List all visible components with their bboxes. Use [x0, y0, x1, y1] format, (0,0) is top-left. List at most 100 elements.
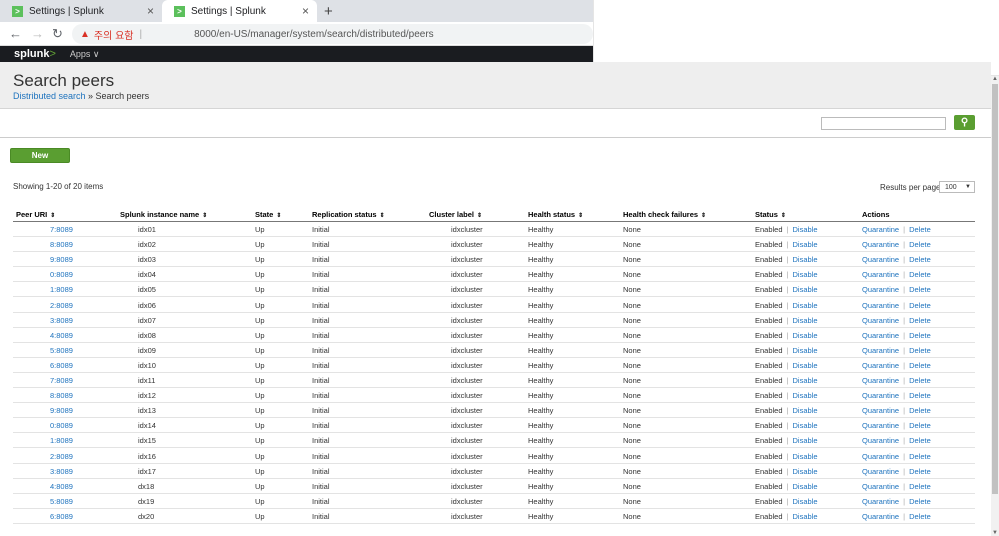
disable-link[interactable]: Disable [792, 452, 817, 461]
url-field[interactable]: ▲ 주의 요함 | 8000/en-US/manager/system/sear… [72, 24, 593, 44]
quarantine-link[interactable]: Quarantine [862, 225, 899, 234]
delete-link[interactable]: Delete [909, 406, 931, 415]
quarantine-link[interactable]: Quarantine [862, 331, 899, 340]
browser-tab[interactable]: > Settings | Splunk × [0, 0, 162, 22]
quarantine-link[interactable]: Quarantine [862, 406, 899, 415]
quarantine-link[interactable]: Quarantine [862, 301, 899, 310]
column-header-peer-uri[interactable]: Peer URI ⇕ [16, 210, 55, 219]
disable-link[interactable]: Disable [792, 421, 817, 430]
disable-link[interactable]: Disable [792, 270, 817, 279]
quarantine-link[interactable]: Quarantine [862, 346, 899, 355]
quarantine-link[interactable]: Quarantine [862, 467, 899, 476]
delete-link[interactable]: Delete [909, 512, 931, 521]
disable-link[interactable]: Disable [792, 225, 817, 234]
close-tab-icon[interactable]: × [302, 4, 309, 18]
peer-uri-link[interactable]: 6:8089 [50, 512, 73, 521]
disable-link[interactable]: Disable [792, 406, 817, 415]
disable-link[interactable]: Disable [792, 467, 817, 476]
security-warning-label[interactable]: 주의 요함 [94, 27, 134, 42]
close-tab-icon[interactable]: × [147, 4, 154, 18]
filter-input[interactable] [821, 117, 946, 130]
quarantine-link[interactable]: Quarantine [862, 285, 899, 294]
delete-link[interactable]: Delete [909, 255, 931, 264]
scrollbar-thumb[interactable] [992, 84, 998, 494]
delete-link[interactable]: Delete [909, 421, 931, 430]
quarantine-link[interactable]: Quarantine [862, 255, 899, 264]
delete-link[interactable]: Delete [909, 240, 931, 249]
peer-uri-link[interactable]: 0:8089 [50, 421, 73, 430]
column-header-state[interactable]: State ⇕ [255, 210, 281, 219]
quarantine-link[interactable]: Quarantine [862, 240, 899, 249]
delete-link[interactable]: Delete [909, 346, 931, 355]
peer-uri-link[interactable]: 4:8089 [50, 482, 73, 491]
delete-link[interactable]: Delete [909, 301, 931, 310]
browser-tab-active[interactable]: > Settings | Splunk × [162, 0, 317, 22]
disable-link[interactable]: Disable [792, 346, 817, 355]
column-header-health-status[interactable]: Health status ⇕ [528, 210, 583, 219]
peer-uri-link[interactable]: 3:8089 [50, 316, 73, 325]
delete-link[interactable]: Delete [909, 376, 931, 385]
disable-link[interactable]: Disable [792, 285, 817, 294]
delete-link[interactable]: Delete [909, 391, 931, 400]
quarantine-link[interactable]: Quarantine [862, 421, 899, 430]
disable-link[interactable]: Disable [792, 436, 817, 445]
peer-uri-link[interactable]: 1:8089 [50, 436, 73, 445]
column-header-health-check-failures[interactable]: Health check failures ⇕ [623, 210, 706, 219]
delete-link[interactable]: Delete [909, 361, 931, 370]
splunk-logo[interactable]: splunk> [14, 48, 56, 60]
peer-uri-link[interactable]: 7:8089 [50, 225, 73, 234]
peer-uri-link[interactable]: 0:8089 [50, 270, 73, 279]
delete-link[interactable]: Delete [909, 482, 931, 491]
apps-menu[interactable]: Apps ∨ [70, 49, 100, 60]
delete-link[interactable]: Delete [909, 316, 931, 325]
new-tab-button[interactable]: + [324, 3, 333, 20]
peer-uri-link[interactable]: 1:8089 [50, 285, 73, 294]
quarantine-link[interactable]: Quarantine [862, 316, 899, 325]
peer-uri-link[interactable]: 4:8089 [50, 331, 73, 340]
quarantine-link[interactable]: Quarantine [862, 376, 899, 385]
delete-link[interactable]: Delete [909, 270, 931, 279]
delete-link[interactable]: Delete [909, 285, 931, 294]
scroll-down-icon[interactable]: ▼ [992, 530, 998, 536]
delete-link[interactable]: Delete [909, 497, 931, 506]
quarantine-link[interactable]: Quarantine [862, 512, 899, 521]
delete-link[interactable]: Delete [909, 467, 931, 476]
peer-uri-link[interactable]: 9:8089 [50, 255, 73, 264]
disable-link[interactable]: Disable [792, 301, 817, 310]
peer-uri-link[interactable]: 7:8089 [50, 376, 73, 385]
peer-uri-link[interactable]: 9:8089 [50, 406, 73, 415]
peer-uri-link[interactable]: 8:8089 [50, 391, 73, 400]
quarantine-link[interactable]: Quarantine [862, 482, 899, 491]
peer-uri-link[interactable]: 3:8089 [50, 467, 73, 476]
disable-link[interactable]: Disable [792, 512, 817, 521]
quarantine-link[interactable]: Quarantine [862, 436, 899, 445]
peer-uri-link[interactable]: 8:8089 [50, 240, 73, 249]
delete-link[interactable]: Delete [909, 436, 931, 445]
breadcrumb-link-distributed-search[interactable]: Distributed search [13, 91, 86, 101]
scroll-up-icon[interactable]: ▲ [992, 76, 998, 82]
new-button[interactable]: New [10, 148, 70, 163]
forward-arrow-icon[interactable]: → [31, 26, 44, 41]
disable-link[interactable]: Disable [792, 331, 817, 340]
peer-uri-link[interactable]: 6:8089 [50, 361, 73, 370]
vertical-scrollbar[interactable]: ▲ ▼ [991, 76, 999, 536]
disable-link[interactable]: Disable [792, 361, 817, 370]
disable-link[interactable]: Disable [792, 240, 817, 249]
column-header-cluster-label[interactable]: Cluster label ⇕ [429, 210, 482, 219]
disable-link[interactable]: Disable [792, 391, 817, 400]
quarantine-link[interactable]: Quarantine [862, 361, 899, 370]
disable-link[interactable]: Disable [792, 316, 817, 325]
url-text[interactable]: 8000/en-US/manager/system/search/distrib… [194, 29, 434, 40]
results-per-page-select[interactable]: 100 ▼ [939, 181, 975, 193]
disable-link[interactable]: Disable [792, 482, 817, 491]
delete-link[interactable]: Delete [909, 225, 931, 234]
column-header-replication-status[interactable]: Replication status ⇕ [312, 210, 385, 219]
quarantine-link[interactable]: Quarantine [862, 497, 899, 506]
quarantine-link[interactable]: Quarantine [862, 452, 899, 461]
disable-link[interactable]: Disable [792, 376, 817, 385]
back-arrow-icon[interactable]: ← [9, 26, 22, 41]
delete-link[interactable]: Delete [909, 452, 931, 461]
search-button[interactable]: ⚲ [954, 115, 975, 130]
peer-uri-link[interactable]: 2:8089 [50, 301, 73, 310]
column-header-status[interactable]: Status ⇕ [755, 210, 786, 219]
